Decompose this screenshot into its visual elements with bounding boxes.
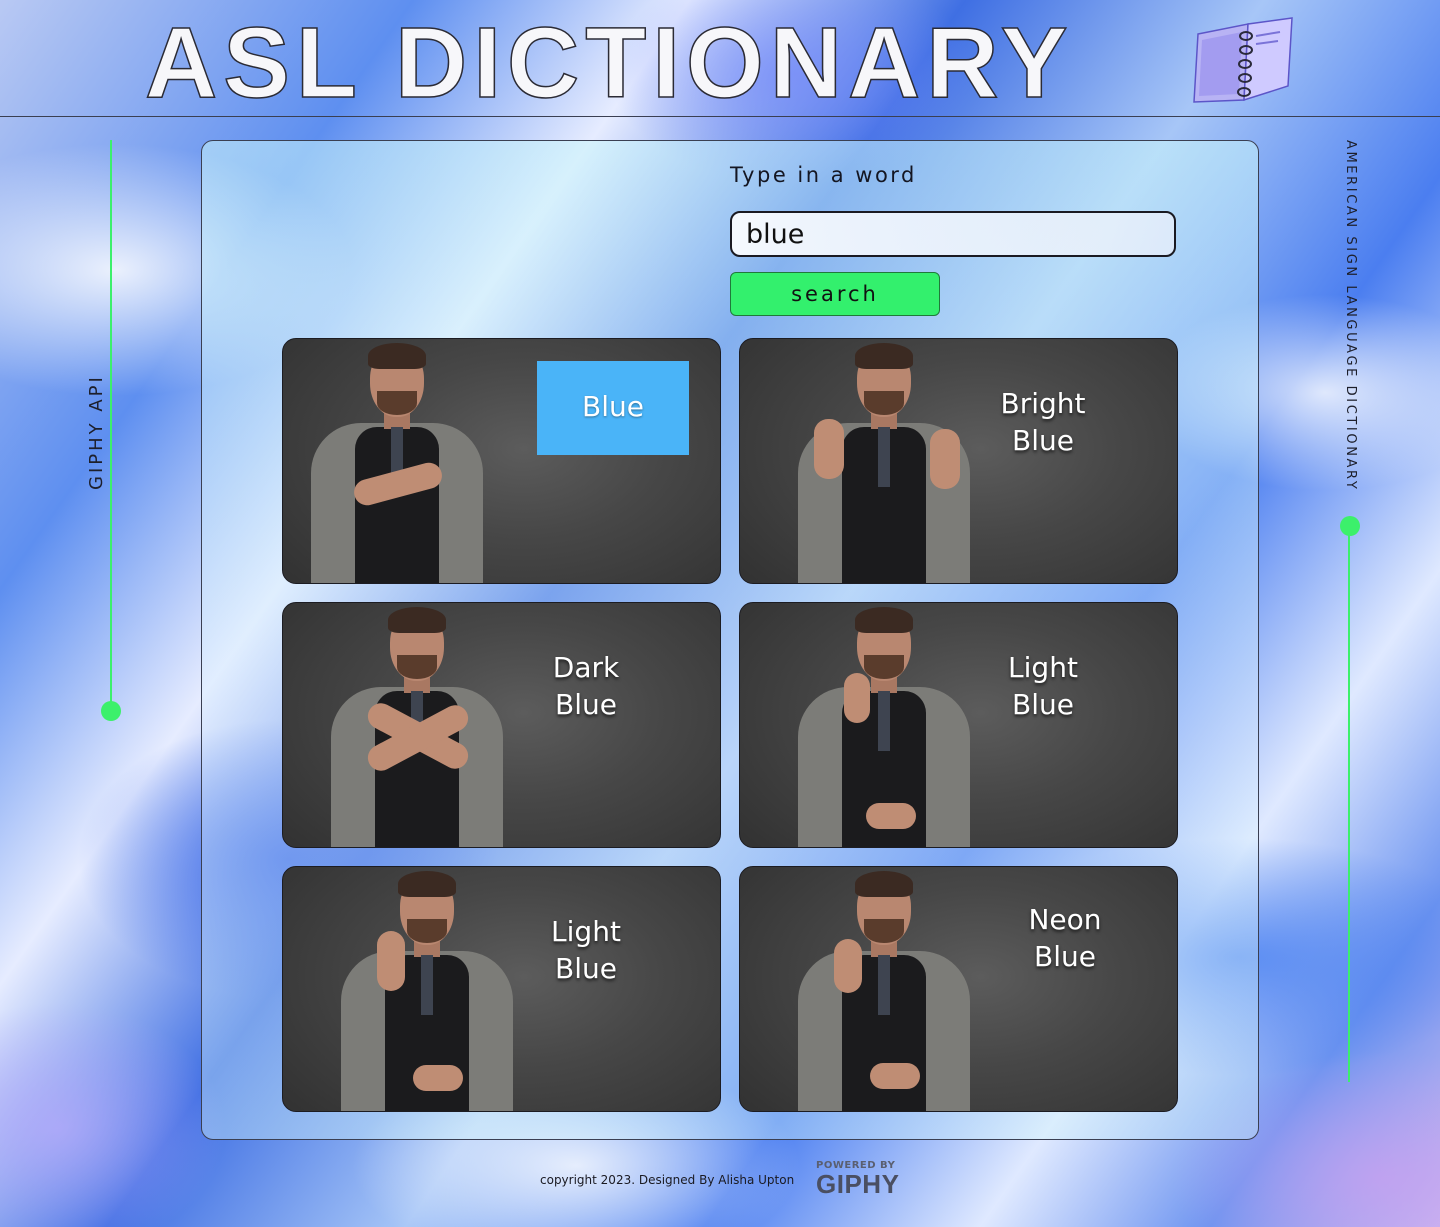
gif-label: Dark Blue bbox=[552, 651, 620, 721]
notebook-icon bbox=[1193, 17, 1293, 103]
right-accent-line bbox=[1348, 530, 1350, 1082]
header-divider bbox=[0, 116, 1440, 117]
right-accent-dot bbox=[1340, 516, 1360, 536]
left-accent-dot bbox=[101, 701, 121, 721]
page-title: ASL DICTIONARY bbox=[144, 7, 1074, 119]
gif-label: Bright Blue bbox=[1000, 387, 1086, 457]
gif-label: Neon Blue bbox=[1028, 903, 1102, 973]
signer-figure bbox=[770, 603, 1000, 847]
gif-label: Light Blue bbox=[1008, 651, 1078, 721]
left-accent-line bbox=[110, 140, 112, 710]
side-label-right: AMERICAN SIGN LANGUAGE DICTIONARY bbox=[1343, 140, 1358, 492]
footer-copyright: copyright 2023. Designed By Alisha Upton bbox=[540, 1173, 795, 1187]
gif-label: Blue bbox=[582, 390, 644, 423]
search-prompt: Type in a word bbox=[730, 163, 917, 187]
result-gif[interactable]: Blue bbox=[282, 338, 721, 584]
gif-label: Light Blue bbox=[551, 915, 621, 985]
side-label-left: GIPHY API bbox=[86, 374, 107, 490]
giphy-brand-text: GIPHY bbox=[816, 1169, 900, 1199]
result-gif[interactable]: Light Blue bbox=[739, 602, 1178, 848]
signer-figure bbox=[770, 867, 1000, 1111]
signer-figure bbox=[283, 339, 513, 583]
search-input[interactable] bbox=[730, 211, 1176, 257]
label-box: Blue bbox=[537, 361, 689, 455]
search-button[interactable]: search bbox=[730, 272, 940, 316]
signer-figure bbox=[303, 603, 533, 847]
result-gif[interactable]: Dark Blue bbox=[282, 602, 721, 848]
result-gif[interactable]: Neon Blue bbox=[739, 866, 1178, 1112]
result-gif[interactable]: Bright Blue bbox=[739, 338, 1178, 584]
powered-by-giphy-logo[interactable]: POWERED BY GIPHY bbox=[816, 1160, 902, 1200]
signer-figure bbox=[313, 867, 543, 1111]
result-gif[interactable]: Light Blue bbox=[282, 866, 721, 1112]
signer-figure bbox=[770, 339, 1000, 583]
app-header: ASL DICTIONARY bbox=[144, 7, 1074, 119]
